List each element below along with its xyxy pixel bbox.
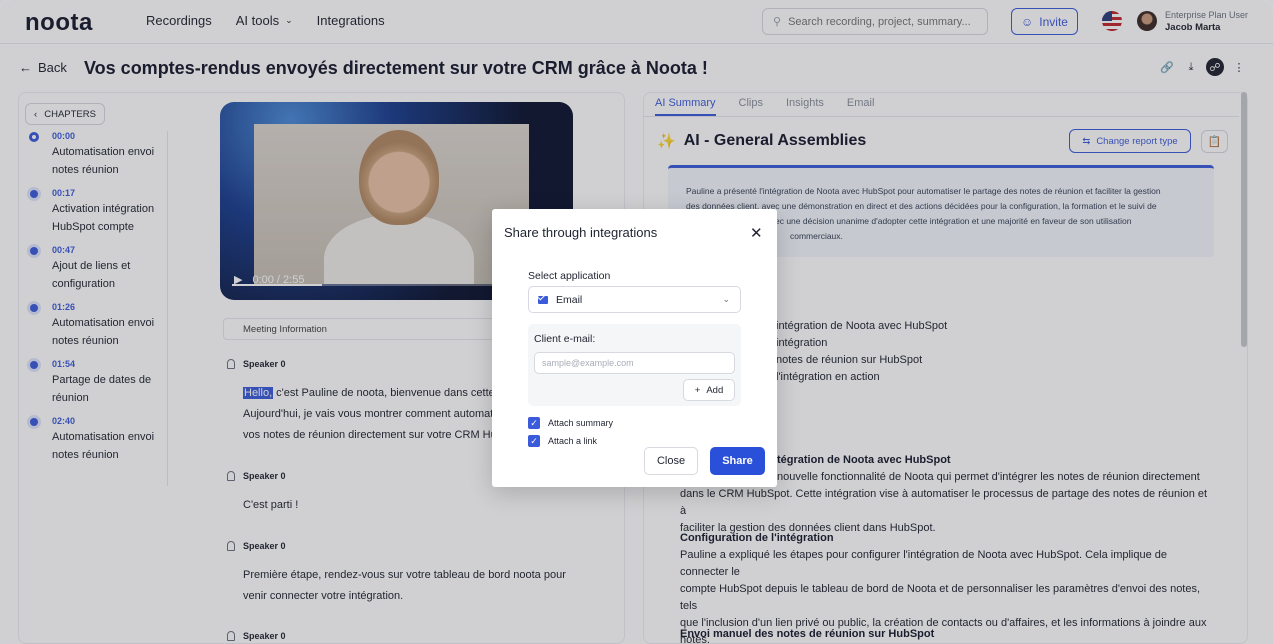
checkmark-icon: ✓ [528,435,540,447]
client-email-label: Client e-mail: [534,333,596,345]
client-email-input[interactable] [534,352,735,374]
close-button[interactable]: Close [644,447,698,475]
share-button[interactable]: Share [710,447,765,475]
attach-summary-checkbox[interactable]: ✓ Attach summary [528,417,613,429]
add-label: Add [706,384,724,396]
email-icon [538,295,548,304]
client-email-section: Client e-mail: + Add [528,324,741,406]
attach-link-checkbox[interactable]: ✓ Attach a link [528,435,597,447]
attach-summary-label: Attach summary [548,418,614,428]
chevron-down-icon: ⌄ [722,294,730,304]
selected-application: Email [556,293,583,306]
add-email-button[interactable]: + Add [683,379,735,401]
select-application-label: Select application [528,270,611,282]
share-integrations-modal: Share through integrations ✕ Select appl… [492,209,777,487]
close-icon[interactable]: ✕ [750,224,763,242]
plus-icon: + [694,384,701,396]
modal-title: Share through integrations [504,225,658,240]
attach-link-label: Attach a link [548,436,598,446]
application-select[interactable]: Email ⌄ [528,286,741,313]
checkmark-icon: ✓ [528,417,540,429]
